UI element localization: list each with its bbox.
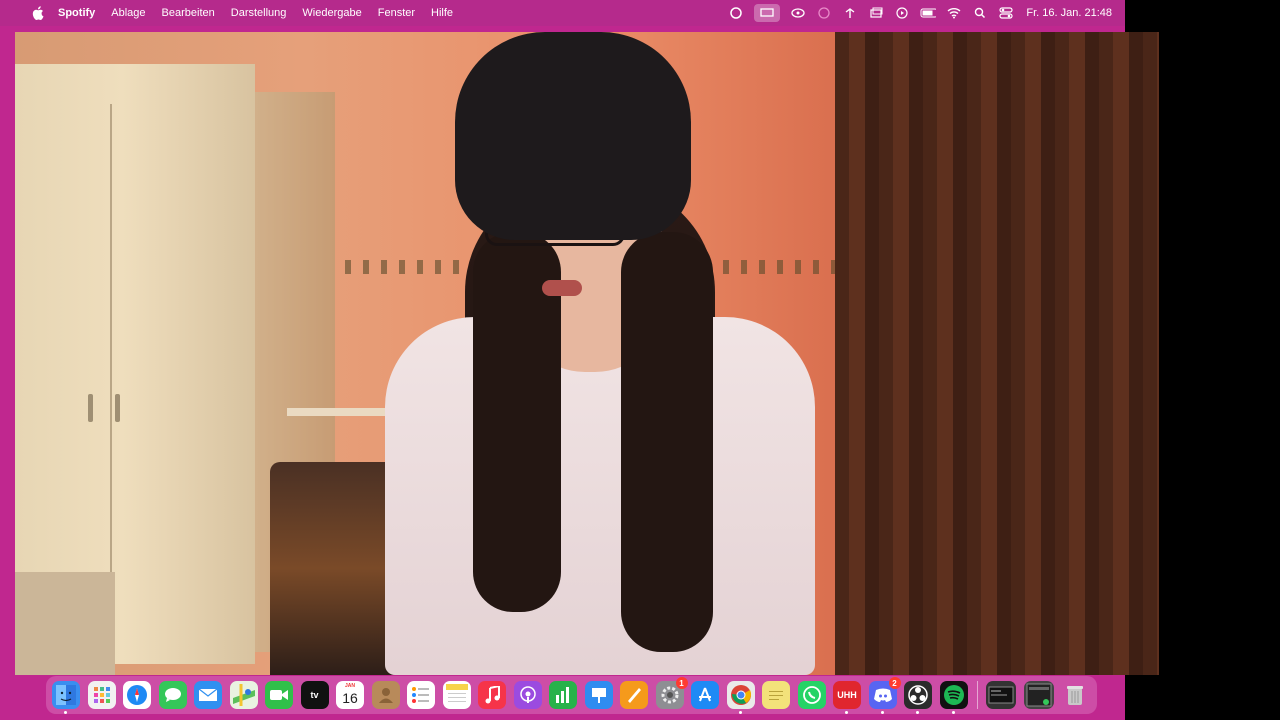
uhh-label: UHH bbox=[837, 690, 857, 700]
bed bbox=[15, 572, 115, 675]
obs-icon[interactable] bbox=[904, 681, 932, 714]
finder-icon[interactable] bbox=[52, 681, 80, 714]
calendar-icon[interactable]: JAN 16 bbox=[336, 681, 364, 709]
notification-badge: 2 bbox=[888, 677, 901, 689]
maps-icon[interactable] bbox=[229, 681, 258, 709]
notes-icon[interactable] bbox=[442, 681, 471, 709]
dock-separator bbox=[977, 681, 978, 709]
reminders-icon[interactable] bbox=[407, 681, 435, 709]
launchpad-icon[interactable] bbox=[87, 681, 116, 709]
shelf bbox=[287, 408, 397, 416]
system-settings-icon[interactable]: 1 bbox=[655, 677, 688, 709]
creative-cloud-icon[interactable] bbox=[728, 6, 744, 20]
network-icon[interactable] bbox=[842, 6, 858, 20]
person-hair-strand bbox=[621, 232, 713, 652]
running-indicator bbox=[738, 711, 742, 714]
messages-icon[interactable] bbox=[158, 681, 187, 709]
menu-bearbeiten[interactable]: Bearbeiten bbox=[162, 7, 215, 19]
uhh-icon[interactable]: UHH bbox=[833, 681, 861, 714]
stickies-icon[interactable] bbox=[762, 681, 790, 709]
discord-icon[interactable]: 2 bbox=[868, 677, 901, 714]
baseball-cap bbox=[455, 32, 691, 240]
wifi-icon[interactable] bbox=[946, 6, 962, 20]
notification-badge: 1 bbox=[675, 677, 688, 689]
facetime-icon[interactable] bbox=[265, 681, 293, 709]
dock: tv JAN 16 1 UHH 2 bbox=[46, 676, 1097, 714]
wardrobe-handle bbox=[88, 394, 93, 422]
whatsapp-icon[interactable] bbox=[797, 681, 826, 709]
pages-icon[interactable] bbox=[620, 681, 648, 709]
menu-hilfe[interactable]: Hilfe bbox=[431, 7, 453, 19]
contacts-icon[interactable] bbox=[371, 681, 400, 709]
calendar-day: 16 bbox=[342, 689, 358, 706]
menu-ablage[interactable]: Ablage bbox=[111, 7, 145, 19]
curtain bbox=[835, 32, 1159, 675]
numbers-icon[interactable] bbox=[549, 681, 577, 709]
podcasts-icon[interactable] bbox=[513, 681, 542, 709]
running-indicator bbox=[880, 711, 884, 714]
running-indicator bbox=[951, 711, 955, 714]
app-store-icon[interactable] bbox=[691, 681, 719, 709]
play-icon[interactable] bbox=[894, 6, 910, 20]
apple-tv-icon[interactable]: tv bbox=[300, 681, 329, 709]
music-icon[interactable] bbox=[478, 681, 506, 709]
app-window-icon[interactable] bbox=[1023, 681, 1054, 709]
mouth bbox=[542, 280, 582, 296]
control-center-icon[interactable] bbox=[998, 6, 1014, 20]
share-icon[interactable] bbox=[790, 6, 806, 20]
spotify-icon[interactable] bbox=[939, 681, 968, 714]
menu-wiedergabe[interactable]: Wiedergabe bbox=[302, 7, 361, 19]
menu-app-name[interactable]: Spotify bbox=[58, 7, 95, 19]
apple-menu-icon[interactable] bbox=[30, 5, 46, 21]
battery-icon[interactable] bbox=[920, 6, 937, 20]
record-icon[interactable] bbox=[816, 6, 832, 20]
menu-clock[interactable]: Fr. 16. Jan. 21:48 bbox=[1026, 7, 1112, 19]
menu-bar: Spotify Ablage Bearbeiten Darstellung Wi… bbox=[0, 0, 1125, 26]
mail-icon[interactable] bbox=[194, 681, 222, 709]
wardrobe-handle bbox=[115, 394, 120, 422]
keynote-icon[interactable] bbox=[584, 681, 613, 709]
running-indicator bbox=[845, 711, 848, 714]
chrome-icon[interactable] bbox=[726, 681, 755, 714]
menu-darstellung[interactable]: Darstellung bbox=[231, 7, 287, 19]
video-frame bbox=[15, 32, 1159, 675]
calendar-month: JAN bbox=[344, 683, 355, 689]
running-indicator bbox=[64, 711, 67, 714]
status-area: Fr. 16. Jan. 21:48 bbox=[718, 0, 1112, 26]
running-indicator bbox=[916, 711, 919, 714]
trash-icon[interactable] bbox=[1061, 681, 1089, 709]
window-icon[interactable] bbox=[868, 6, 884, 20]
menu-fenster[interactable]: Fenster bbox=[378, 7, 415, 19]
safari-icon[interactable] bbox=[123, 681, 151, 709]
screen-mirroring-icon[interactable] bbox=[754, 4, 781, 22]
screenshot-window-icon[interactable] bbox=[986, 681, 1016, 709]
chair bbox=[270, 462, 400, 675]
search-icon[interactable] bbox=[972, 6, 988, 20]
